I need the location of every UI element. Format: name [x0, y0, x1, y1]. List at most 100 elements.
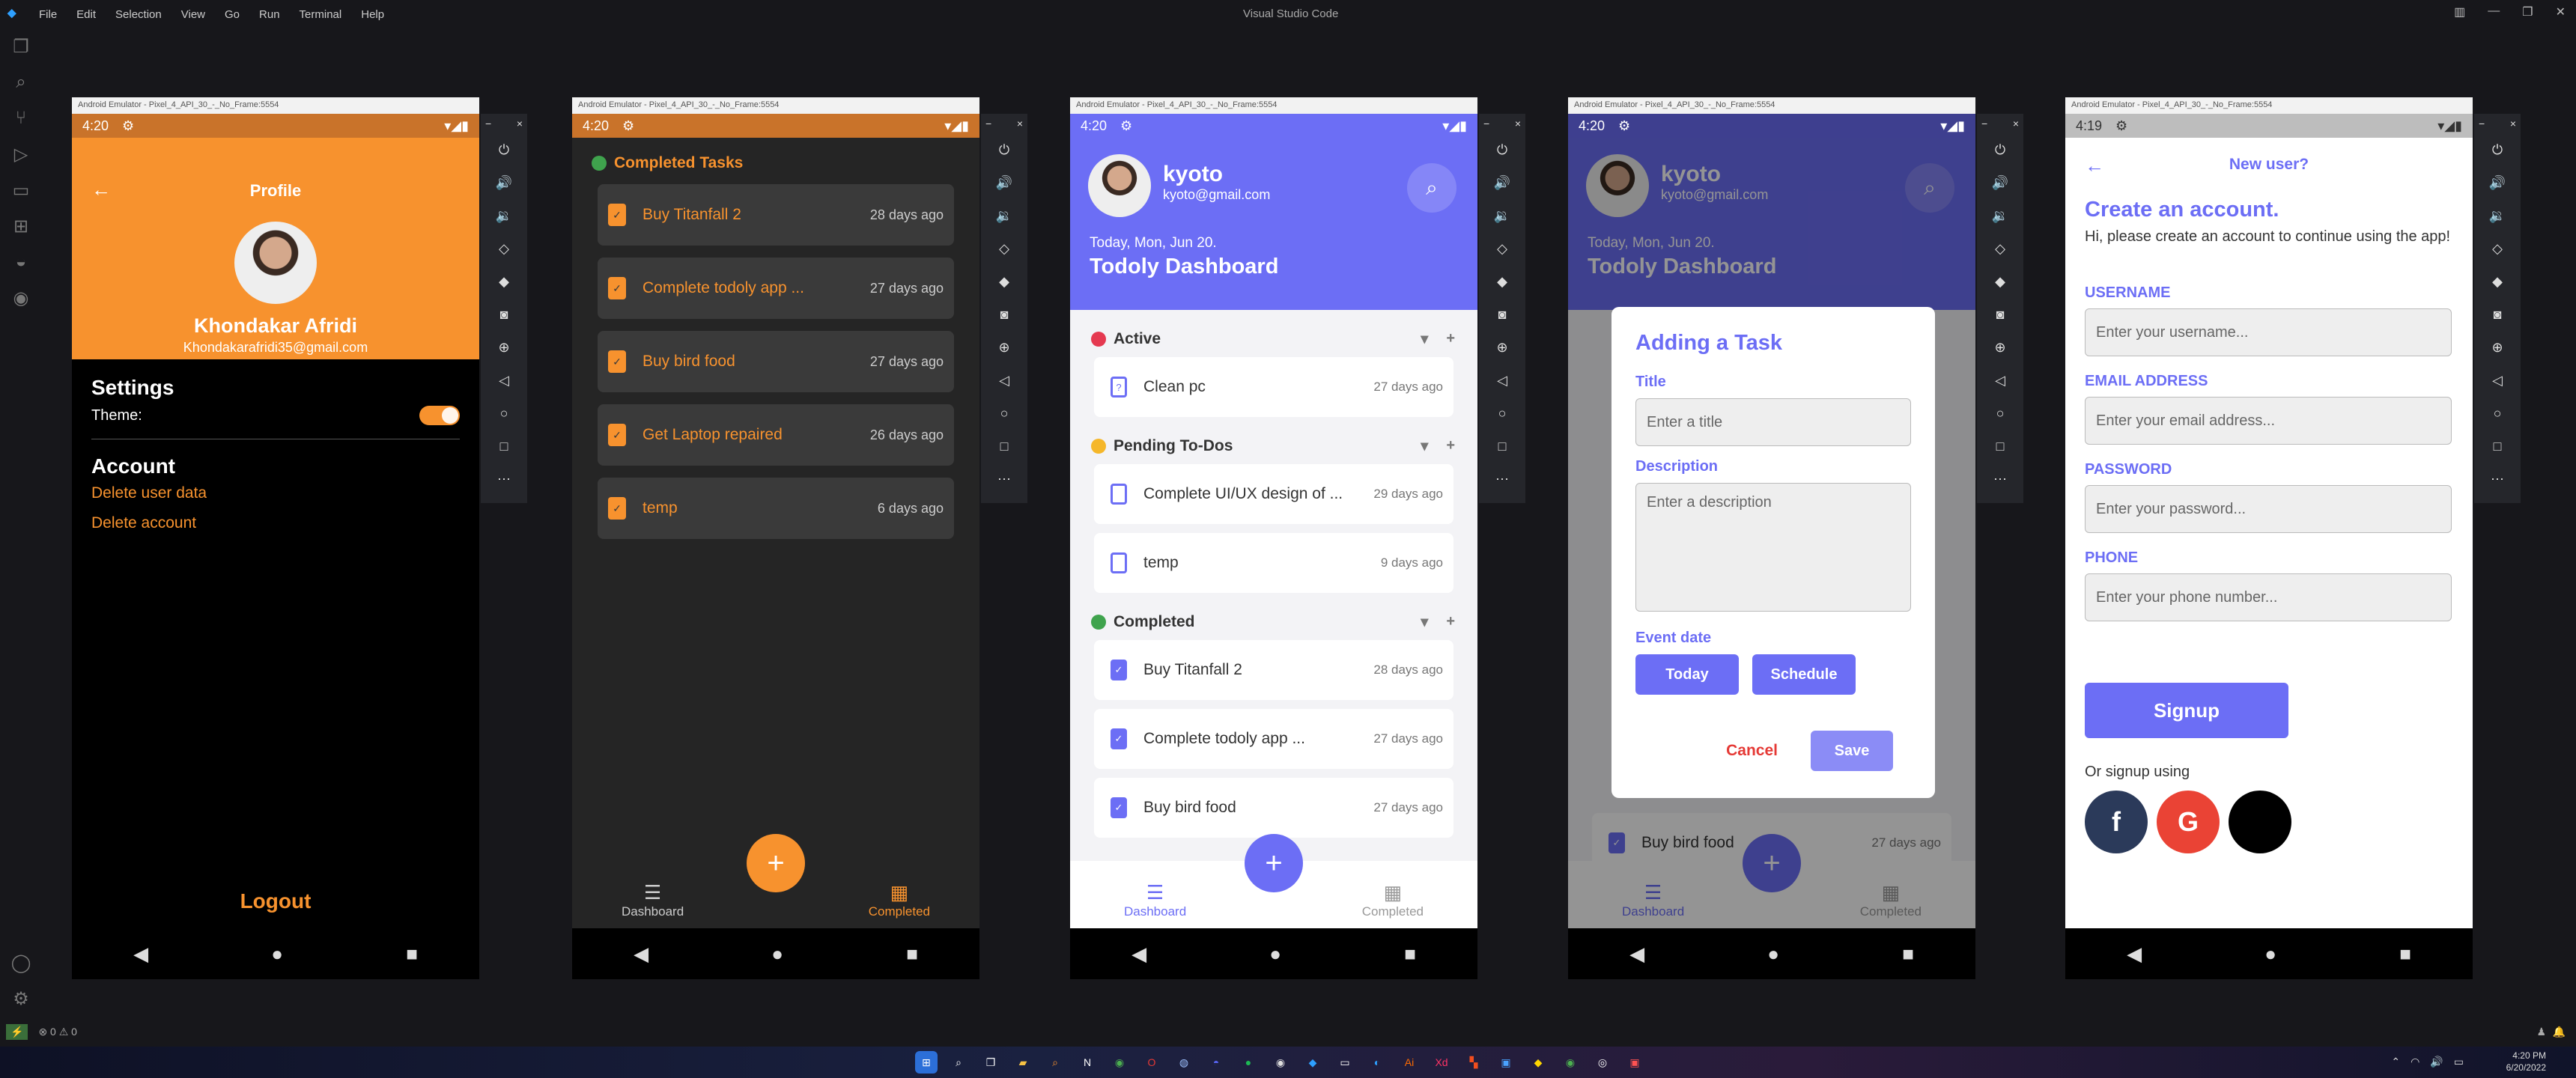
delete-user-data-link[interactable]: Delete user data: [91, 484, 460, 502]
close-icon[interactable]: ×: [1515, 118, 1521, 130]
add-icon[interactable]: +: [1446, 330, 1455, 347]
figma-icon[interactable]: ▚: [1462, 1051, 1485, 1074]
task-card[interactable]: ? Clean pc 27 days ago: [1094, 357, 1453, 417]
volume-down-icon[interactable]: 🔉: [1479, 199, 1525, 232]
email-field[interactable]: Enter your email address...: [2085, 397, 2452, 445]
nav-completed[interactable]: ▦ Completed: [1362, 881, 1424, 919]
add-task-fab[interactable]: +: [747, 834, 805, 892]
discord-icon[interactable]: ◓: [1205, 1051, 1227, 1074]
notion-icon[interactable]: N: [1076, 1051, 1099, 1074]
overview-icon[interactable]: □: [2474, 430, 2521, 463]
rotate-right-icon[interactable]: ◆: [2474, 265, 2521, 298]
zoom-icon[interactable]: ⊕: [1977, 331, 2023, 364]
apple-icon[interactable]: [2229, 791, 2291, 853]
minimize-icon[interactable]: −: [985, 118, 991, 130]
home-icon[interactable]: ○: [2474, 397, 2521, 430]
nav-recents-icon[interactable]: ■: [2399, 943, 2411, 966]
back-icon[interactable]: ◁: [2474, 364, 2521, 397]
volume-down-icon[interactable]: 🔉: [2474, 199, 2521, 232]
zoom-icon[interactable]: ⊕: [1479, 331, 1525, 364]
spotify-icon[interactable]: ●: [1237, 1051, 1260, 1074]
source-control-icon[interactable]: ⑂: [0, 100, 42, 136]
run-debug-icon[interactable]: ▷: [0, 136, 42, 172]
extensions-icon[interactable]: ⊞: [0, 208, 42, 244]
add-icon[interactable]: +: [1446, 613, 1455, 630]
add-task-fab[interactable]: +: [1245, 834, 1303, 892]
phone-field[interactable]: Enter your phone number...: [2085, 573, 2452, 621]
close-icon[interactable]: ×: [1017, 118, 1023, 130]
docker-icon[interactable]: ◒: [0, 244, 42, 280]
remote-icon[interactable]: ⚡: [6, 1023, 28, 1040]
rotate-left-icon[interactable]: ◇: [2474, 232, 2521, 265]
username-field[interactable]: Enter your username...: [2085, 308, 2452, 356]
app-icon[interactable]: ◆: [1527, 1051, 1549, 1074]
task-card[interactable]: ✓ Buy bird food 27 days ago: [598, 331, 954, 392]
signup-button[interactable]: Signup: [2085, 683, 2288, 738]
close-icon[interactable]: ✕: [2556, 4, 2566, 19]
more-icon[interactable]: ⋯: [1977, 463, 2023, 496]
back-icon[interactable]: ◁: [1479, 364, 1525, 397]
minimize-icon[interactable]: −: [485, 118, 491, 130]
close-icon[interactable]: ×: [2013, 118, 2019, 130]
task-card[interactable]: Complete UI/UX design of ... 29 days ago: [1094, 464, 1453, 524]
search-icon[interactable]: ⌕: [947, 1051, 970, 1074]
menu-view[interactable]: View: [181, 8, 205, 21]
delete-account-link[interactable]: Delete account: [91, 514, 460, 532]
rotate-right-icon[interactable]: ◆: [981, 265, 1027, 298]
explorer-icon[interactable]: ❐: [0, 28, 42, 64]
screenshot-icon[interactable]: ◙: [1977, 298, 2023, 331]
menu-run[interactable]: Run: [259, 8, 280, 21]
more-icon[interactable]: ⋯: [2474, 463, 2521, 496]
google-icon[interactable]: G: [2157, 791, 2220, 853]
overview-icon[interactable]: □: [481, 430, 527, 463]
nav-back-icon[interactable]: ◀: [133, 943, 148, 966]
account-icon[interactable]: ◯: [0, 945, 42, 981]
steam-icon[interactable]: ◍: [1173, 1051, 1195, 1074]
logout-button[interactable]: Logout: [72, 889, 479, 913]
battery-icon[interactable]: ▭: [2454, 1056, 2464, 1068]
overview-icon[interactable]: □: [981, 430, 1027, 463]
home-icon[interactable]: ○: [1977, 397, 2023, 430]
back-icon[interactable]: ◁: [481, 364, 527, 397]
search-icon[interactable]: ⌕: [1407, 163, 1456, 213]
edge-icon[interactable]: ◐: [1366, 1051, 1388, 1074]
power-icon[interactable]: ⏻: [981, 133, 1027, 166]
search-app-icon[interactable]: ⌕: [1044, 1051, 1066, 1074]
chevron-up-icon[interactable]: ⌃: [2391, 1056, 2400, 1068]
opera-icon[interactable]: O: [1140, 1051, 1163, 1074]
task-card[interactable]: ✓ Get Laptop repaired 26 days ago: [598, 404, 954, 466]
home-icon[interactable]: ○: [481, 397, 527, 430]
windows-start-icon[interactable]: ⊞: [915, 1051, 938, 1074]
back-icon[interactable]: ◁: [981, 364, 1027, 397]
task-card[interactable]: ✓ Buy Titanfall 2 28 days ago: [598, 184, 954, 246]
screenshot-icon[interactable]: ◙: [981, 298, 1027, 331]
close-icon[interactable]: ×: [517, 118, 523, 130]
zoom-icon[interactable]: ⊕: [981, 331, 1027, 364]
android-emulator-icon[interactable]: ▣: [1623, 1051, 1646, 1074]
volume-up-icon[interactable]: 🔊: [481, 166, 527, 199]
search-icon[interactable]: ⌕: [0, 64, 42, 100]
problems-count[interactable]: ⊗ 0 ⚠ 0: [38, 1026, 77, 1038]
chrome-icon[interactable]: ◉: [1108, 1051, 1131, 1074]
description-input[interactable]: Enter a description: [1635, 483, 1911, 612]
notifications-icon[interactable]: 🔔: [2553, 1026, 2566, 1038]
nav-recents-icon[interactable]: ■: [1902, 943, 1914, 966]
illustrator-icon[interactable]: Ai: [1398, 1051, 1421, 1074]
more-icon[interactable]: ⋯: [481, 463, 527, 496]
rotate-right-icon[interactable]: ◆: [1479, 265, 1525, 298]
theme-toggle[interactable]: [419, 406, 460, 425]
avatar[interactable]: [1088, 154, 1151, 217]
wifi-icon[interactable]: ◠: [2411, 1056, 2419, 1068]
github-icon[interactable]: ◉: [0, 280, 42, 316]
nav-back-icon[interactable]: ◀: [2127, 943, 2142, 966]
rotate-right-icon[interactable]: ◆: [1977, 265, 2023, 298]
power-icon[interactable]: ⏻: [2474, 133, 2521, 166]
zoom-icon[interactable]: ⊕: [2474, 331, 2521, 364]
rotate-left-icon[interactable]: ◇: [1977, 232, 2023, 265]
vscode-icon[interactable]: ◆: [1301, 1051, 1324, 1074]
clock[interactable]: 4:20 PM 6/20/2022: [2506, 1050, 2546, 1074]
volume-up-icon[interactable]: 🔊: [1977, 166, 2023, 199]
power-icon[interactable]: ⏻: [1479, 133, 1525, 166]
nav-home-icon[interactable]: ●: [271, 943, 283, 966]
title-input[interactable]: Enter a title: [1635, 398, 1911, 446]
